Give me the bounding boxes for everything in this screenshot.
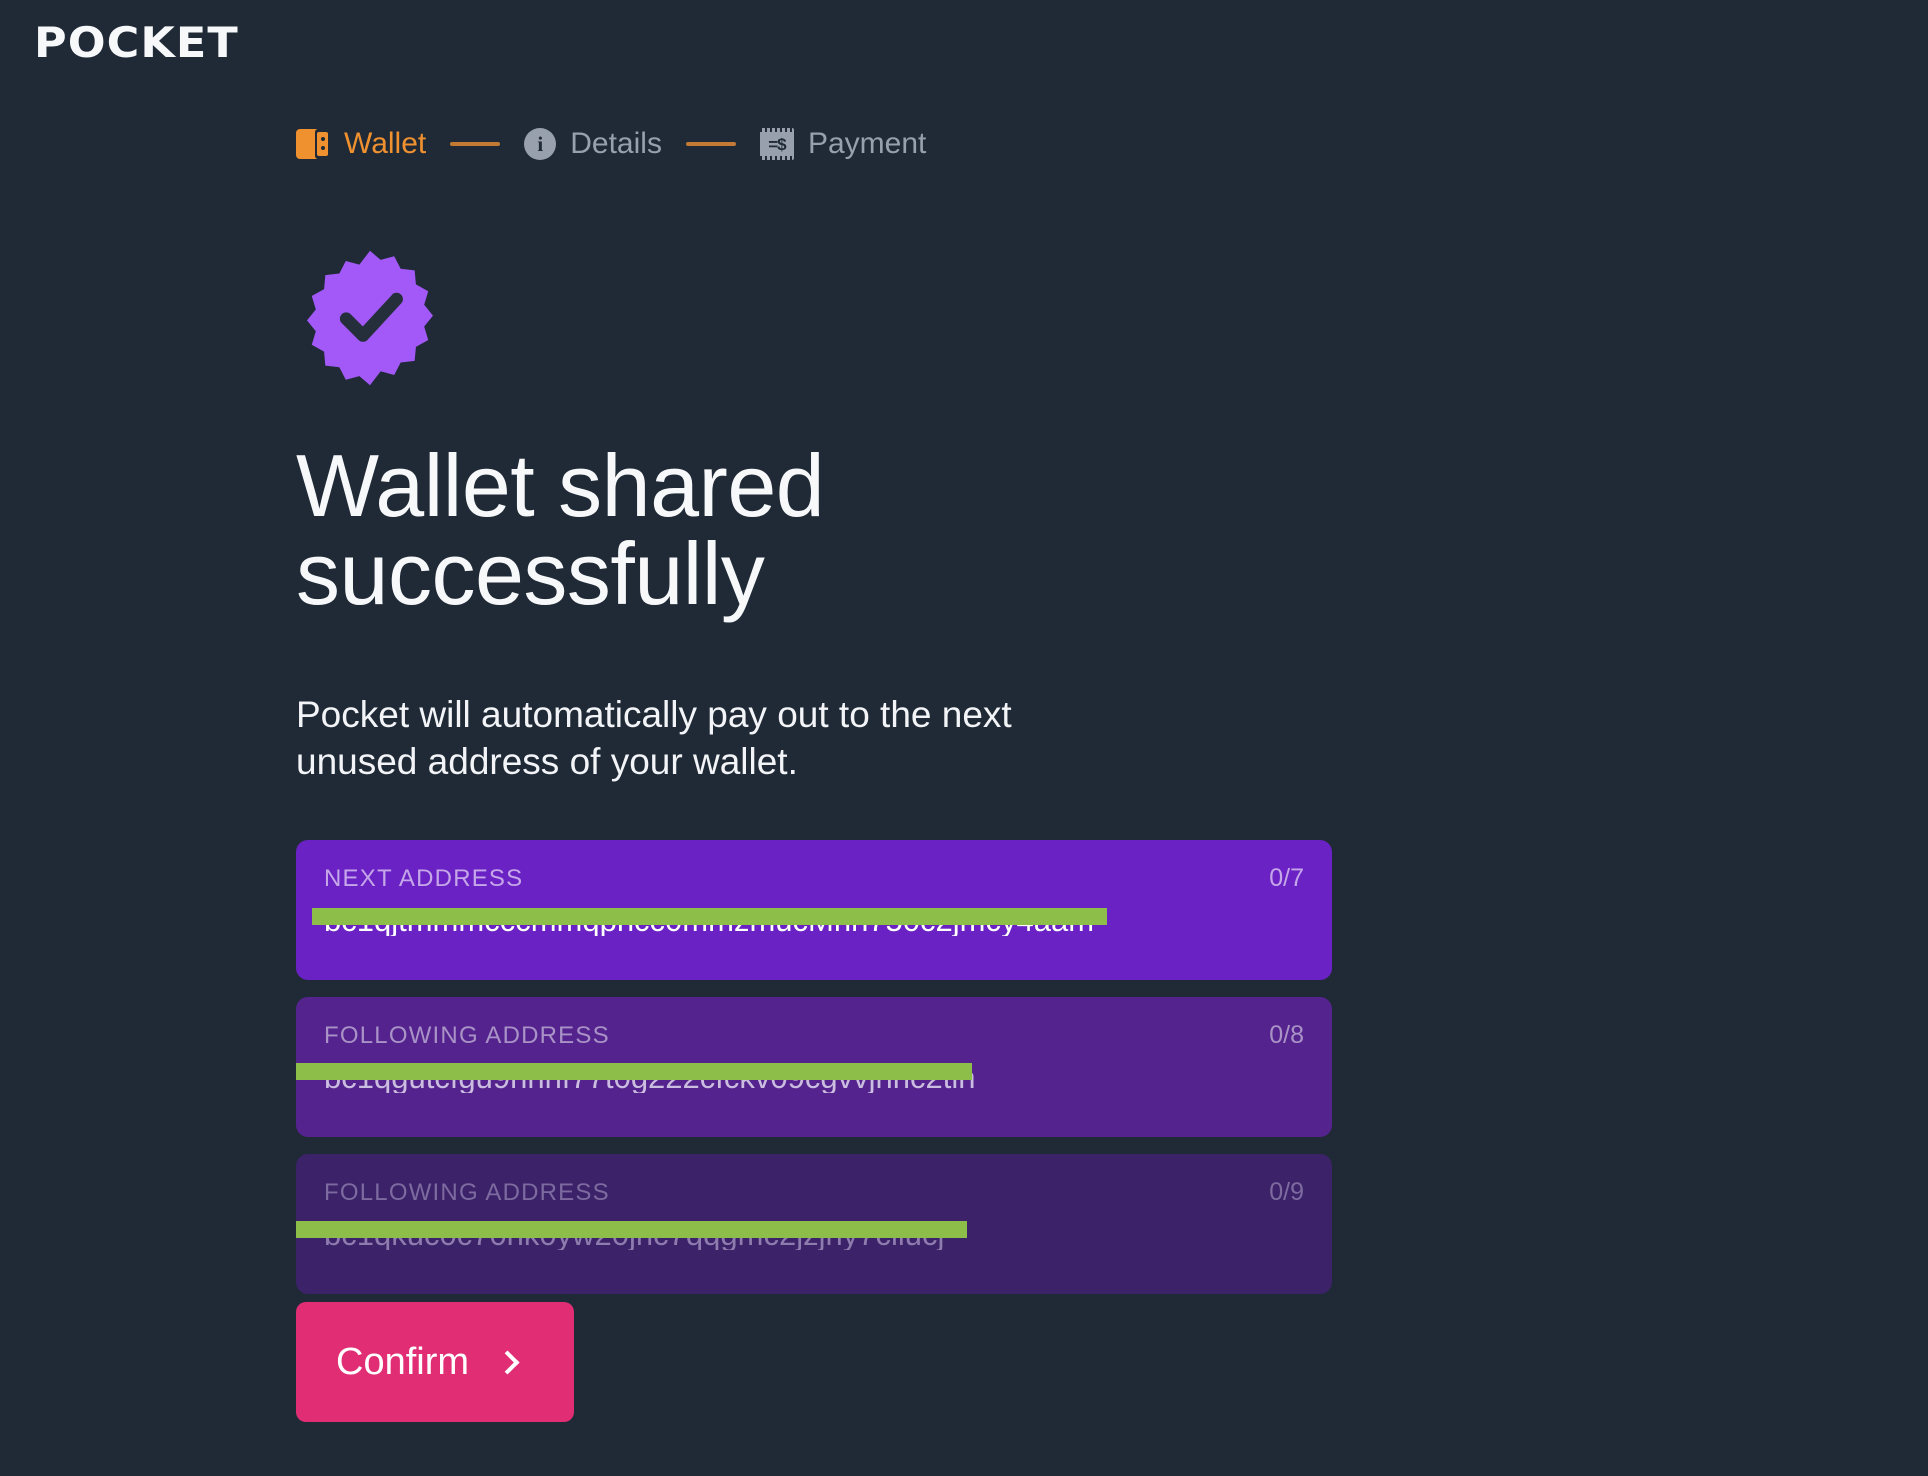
receipt-icon: =$: [759, 128, 794, 160]
confirm-button[interactable]: Confirm: [296, 1302, 574, 1422]
page-title: Wallet shared successfully: [296, 436, 825, 623]
stepper-item-wallet[interactable]: Wallet: [296, 129, 426, 159]
stepper-connector-1: [450, 142, 501, 146]
chevron-right-icon: [495, 1349, 520, 1375]
address-card-value: bc1qgutcfgu9hhnf77t0g222cfckv09cgvvjnhc2…: [324, 1062, 976, 1093]
address-card-label: FOLLOWING ADDRESS: [324, 1179, 610, 1206]
app-root: POCKET Wallet i Details =$ Payment Walle…: [0, 0, 1928, 1476]
address-card-header: FOLLOWING ADDRESS 0/8: [324, 1023, 1304, 1048]
address-card-count: 0/7: [1269, 864, 1304, 892]
address-card-label: NEXT ADDRESS: [324, 865, 524, 892]
address-card-header: NEXT ADDRESS 0/7: [324, 866, 1304, 891]
address-card-label: FOLLOWING ADDRESS: [324, 1022, 610, 1049]
address-card-value: bc1qjtmmmcccmmqphcc0mmzmucMnn750c2jmcy4a…: [324, 905, 1095, 936]
info-icon: i: [524, 128, 557, 160]
address-card-next[interactable]: NEXT ADDRESS 0/7 bc1qjtmmmcccmmqphcc0mmz…: [296, 840, 1332, 980]
address-card-value: bc1qkuc0c70hk0yw20jnc7qqgmc2jzjny7cllucj: [324, 1219, 945, 1250]
address-card-following-1[interactable]: FOLLOWING ADDRESS 0/8 bc1qgutcfgu9hhnf77…: [296, 997, 1332, 1137]
checkout-stepper: Wallet i Details =$ Payment: [296, 122, 926, 166]
stepper-label-wallet: Wallet: [344, 127, 427, 160]
confirm-button-label: Confirm: [336, 1341, 470, 1383]
stepper-label-payment: Payment: [807, 127, 927, 160]
address-card-following-2[interactable]: FOLLOWING ADDRESS 0/9 bc1qkuc0c70hk0yw20…: [296, 1154, 1332, 1294]
address-card-count: 0/9: [1269, 1178, 1304, 1206]
address-list: NEXT ADDRESS 0/7 bc1qjtmmmcccmmqphcc0mmz…: [296, 840, 1332, 1294]
check-badge-icon: [300, 248, 440, 388]
pocket-logo: POCKET: [34, 18, 239, 67]
address-card-header: FOLLOWING ADDRESS 0/9: [324, 1180, 1304, 1205]
page-description: Pocket will automatically pay out to the…: [296, 694, 1012, 782]
address-card-count: 0/8: [1269, 1021, 1304, 1049]
stepper-item-details[interactable]: i Details: [524, 128, 662, 160]
stepper-connector-2: [685, 142, 736, 146]
stepper-item-payment[interactable]: =$ Payment: [759, 127, 927, 160]
stepper-label-details: Details: [570, 127, 662, 160]
wallet-icon: [296, 129, 330, 159]
